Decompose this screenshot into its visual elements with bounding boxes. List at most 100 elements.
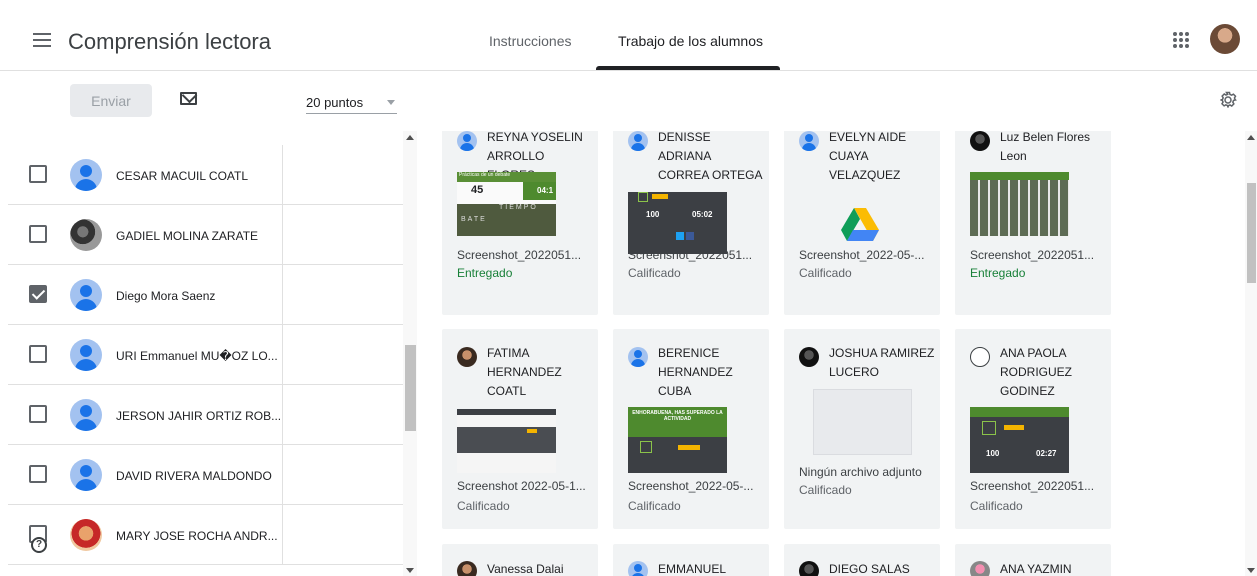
status-label: Entregado <box>970 266 1026 280</box>
student-name: JERSON JAHIR ORTIZ ROB... <box>116 409 282 423</box>
help-icon[interactable]: ? <box>31 537 47 553</box>
student-name: EMMANUEL <box>658 562 727 576</box>
attachment-filename[interactable]: Screenshot_2022-05-... <box>628 479 753 493</box>
student-name: Diego Mora Saenz <box>116 289 216 303</box>
scroll-down-arrow-icon[interactable] <box>406 568 414 573</box>
submission-card[interactable]: EVELYN AIDE CUAYA VELAZQUEZ Screenshot_2… <box>784 131 940 315</box>
submission-card[interactable]: EMMANUEL <box>613 544 769 576</box>
attachment-filename[interactable]: Screenshot_2022051... <box>628 248 752 262</box>
avatar <box>799 347 819 367</box>
avatar <box>70 159 102 191</box>
avatar <box>799 561 819 576</box>
avatar <box>628 561 648 576</box>
attachment-filename[interactable]: Screenshot_2022-05-... <box>799 248 924 262</box>
student-row[interactable]: JERSON JAHIR ORTIZ ROB... <box>8 385 403 445</box>
empty-thumbnail <box>813 389 912 455</box>
avatar <box>70 219 102 251</box>
attachment-filename[interactable]: Screenshot_2022051... <box>970 479 1094 493</box>
submission-thumbnail: ENHORABUENA, HAS SUPERADO LA ACTIVIDAD <box>628 407 727 473</box>
menu-icon[interactable] <box>33 33 51 47</box>
student-row[interactable]: DAVID RIVERA MALDONDO <box>8 445 403 505</box>
points-select[interactable]: 20 puntos <box>306 88 397 114</box>
student-name: Vanessa Dalai <box>487 562 564 576</box>
student-name: DIEGO SALAS <box>829 562 910 576</box>
student-name: FATIMA HERNANDEZ COATL <box>487 346 562 398</box>
scroll-up-arrow-icon[interactable] <box>406 135 414 140</box>
student-row[interactable]: CESAR MACUIL COATL <box>8 145 403 205</box>
avatar <box>628 131 648 151</box>
student-row[interactable]: Diego Mora Saenz <box>8 265 403 325</box>
student-row[interactable]: URI Emmanuel MU�OZ LO... <box>8 325 403 385</box>
student-row[interactable]: GADIEL MOLINA ZARATE <box>8 205 403 265</box>
student-checkbox[interactable] <box>29 345 47 363</box>
submission-thumbnail <box>970 172 1069 236</box>
settings-gear-icon[interactable] <box>1219 91 1237 109</box>
student-checkbox[interactable] <box>29 285 47 303</box>
submission-card[interactable]: ANA PAOLA RODRIGUEZ GODINEZ 100 02:27 Sc… <box>955 329 1111 529</box>
student-name: BERENICE HERNANDEZ CUBA <box>658 346 733 398</box>
submission-card[interactable]: ANA YAZMIN <box>955 544 1111 576</box>
avatar <box>970 131 990 151</box>
avatar <box>457 131 477 151</box>
active-tab-indicator <box>596 66 780 70</box>
status-label: Calificado <box>799 483 852 497</box>
avatar <box>799 131 819 151</box>
submission-card[interactable]: BERENICE HERNANDEZ CUBA ENHORABUENA, HAS… <box>613 329 769 529</box>
submission-card[interactable]: REYNA YOSELIN ARROLLO FLORES Prácticas d… <box>442 131 598 315</box>
submission-thumbnail <box>457 409 556 473</box>
dropdown-caret-icon <box>387 100 395 105</box>
status-label: Calificado <box>628 499 681 513</box>
student-name: ANA YAZMIN <box>1000 562 1072 576</box>
submission-card[interactable]: Vanessa Dalai <box>442 544 598 576</box>
submissions-scrollbar[interactable] <box>1245 131 1257 576</box>
scrollbar-thumb[interactable] <box>1247 183 1256 283</box>
status-label: Calificado <box>628 266 681 280</box>
student-name: CESAR MACUIL COATL <box>116 169 249 183</box>
attachment-filename[interactable]: Screenshot_2022051... <box>970 248 1094 262</box>
send-button[interactable]: Enviar <box>70 84 152 117</box>
avatar <box>70 339 102 371</box>
attachment-filename[interactable]: Screenshot 2022-05-1... <box>457 479 586 493</box>
student-checkbox[interactable] <box>29 405 47 423</box>
status-label: Calificado <box>457 499 510 513</box>
scroll-up-arrow-icon[interactable] <box>1247 135 1255 140</box>
student-name: GADIEL MOLINA ZARATE <box>116 229 259 243</box>
student-name: EVELYN AIDE CUAYA VELAZQUEZ <box>829 131 907 182</box>
scroll-down-arrow-icon[interactable] <box>1247 568 1255 573</box>
attachment-filename[interactable]: Screenshot_2022051... <box>457 248 581 262</box>
tab-instructions[interactable]: Instrucciones <box>489 33 571 49</box>
tab-student-work[interactable]: Trabajo de los alumnos <box>618 33 763 49</box>
page-title: Comprensión lectora <box>68 29 271 54</box>
student-name: Luz Belen Flores Leon <box>1000 131 1091 163</box>
scrollbar-thumb[interactable] <box>405 345 416 431</box>
attachment-filename: Ningún archivo adjunto <box>799 465 922 479</box>
top-header: Comprensión lectora Instrucciones Trabaj… <box>0 0 1257 71</box>
avatar <box>70 519 102 551</box>
avatar <box>70 459 102 491</box>
google-drive-icon <box>841 208 879 241</box>
submission-card[interactable]: DENISSE ADRIANA CORREA ORTEGA 100 05:02 … <box>613 131 769 315</box>
submission-card[interactable]: JOSHUA RAMIREZ LUCERO Ningún archivo adj… <box>784 329 940 529</box>
submission-card[interactable]: Luz Belen Flores Leon Screenshot_2022051… <box>955 131 1111 315</box>
student-list-scrollbar[interactable] <box>403 131 417 576</box>
student-name: ANA PAOLA RODRIGUEZ GODINEZ <box>1000 346 1072 398</box>
student-name: DAVID RIVERA MALDONDO <box>116 469 272 483</box>
status-label: Calificado <box>970 499 1023 513</box>
student-row[interactable]: MARY JOSE ROCHA ANDR... <box>8 505 403 565</box>
student-checkbox[interactable] <box>29 465 47 483</box>
user-avatar[interactable] <box>1210 24 1240 54</box>
submission-thumbnail: 100 02:27 <box>970 407 1069 473</box>
status-label: Calificado <box>799 266 852 280</box>
avatar <box>457 561 477 576</box>
avatar <box>628 347 648 367</box>
google-apps-icon[interactable] <box>1173 32 1189 48</box>
student-checkbox[interactable] <box>29 225 47 243</box>
student-checkbox[interactable] <box>29 165 47 183</box>
submission-thumbnail: Prácticas de un debate 45 04:1 TIEMPO BA… <box>457 172 556 236</box>
submission-card[interactable]: DIEGO SALAS <box>784 544 940 576</box>
mail-icon[interactable] <box>180 92 197 105</box>
avatar <box>970 347 990 367</box>
submission-card[interactable]: FATIMA HERNANDEZ COATL Screenshot 2022-0… <box>442 329 598 529</box>
submission-thumbnail: 100 05:02 <box>628 192 727 254</box>
student-list: CESAR MACUIL COATL GADIEL MOLINA ZARATE … <box>0 131 403 576</box>
